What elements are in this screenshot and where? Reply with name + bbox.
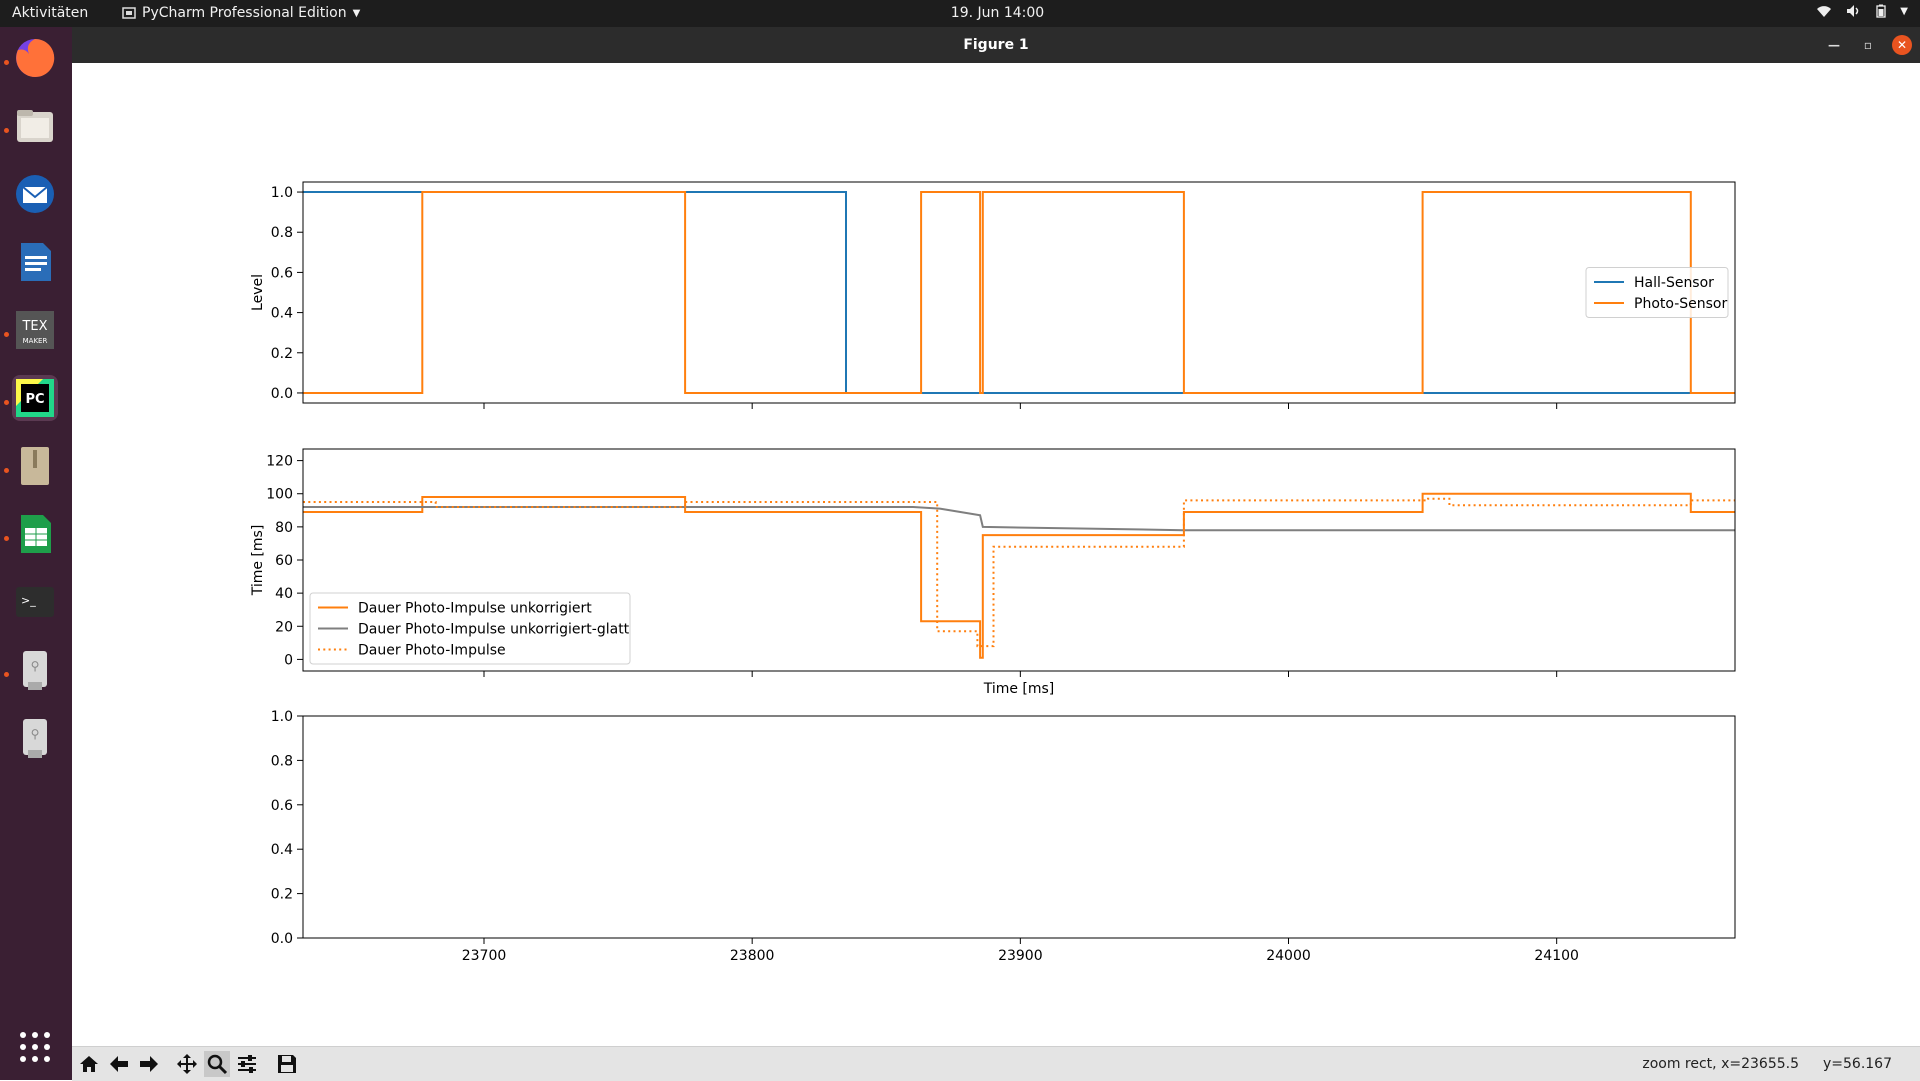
pycharm-icon[interactable]: PC [12, 375, 58, 421]
legend-label-1-0: Dauer Photo-Impulse unkorrigiert [358, 601, 592, 617]
pan-button[interactable] [174, 1051, 200, 1077]
axes-frame-0 [302, 181, 1736, 404]
running-indicator [4, 672, 9, 677]
usb-drive-icon[interactable]: ⚲ [12, 647, 58, 693]
pan-arrows-icon [177, 1054, 197, 1074]
y-tick-label-1-1: 20 [275, 619, 293, 635]
volume-icon [1847, 5, 1859, 17]
y-tick-label-1-3: 60 [275, 553, 293, 569]
y-tick-label-2-0: 0.0 [271, 931, 293, 947]
minimize-button[interactable]: — [1824, 35, 1844, 55]
save-button[interactable] [274, 1051, 300, 1077]
y-axis-label-1: Time [ms] [250, 525, 266, 597]
status-y: y=56.167 [1822, 1056, 1892, 1072]
files-icon[interactable] [12, 103, 58, 149]
series-line-0-0 [303, 191, 1735, 394]
floppy-disk-icon [278, 1055, 296, 1073]
y-tick-label-2-1: 0.2 [271, 887, 293, 903]
figure-svg[interactable]: 0.0 0.2 0.4 0.6 0.8 1.0 Level Hall-Sensor Photo-… [72, 63, 1920, 1046]
magnifier-icon [207, 1054, 228, 1075]
navigation-toolbar: zoom rect, x=23655.5 y=56.167 [72, 1046, 1920, 1081]
configure-subplots-button[interactable] [234, 1051, 260, 1077]
x-tick-label-4: 24100 [1534, 948, 1579, 964]
y-tick-label-0-3: 0.6 [271, 265, 293, 281]
app-grid-icon[interactable] [12, 1024, 58, 1070]
x-tick-label-0: 23700 [462, 948, 507, 964]
y-tick-label-0-1: 0.2 [271, 346, 293, 362]
system-tray[interactable]: ▼ [1816, 4, 1908, 18]
y-tick-label-1-4: 80 [275, 520, 293, 536]
arrow-right-icon [140, 1056, 158, 1072]
y-tick-label-1-0: 0 [284, 652, 293, 668]
home-button[interactable] [76, 1051, 102, 1077]
texmaker-icon[interactable]: TEX MAKER [12, 307, 58, 353]
x-axis-label-1: Time [ms] [983, 681, 1055, 697]
y-tick-label-0-4: 0.8 [271, 225, 293, 241]
x-tick-label-3: 24000 [1266, 948, 1311, 964]
y-tick-label-1-5: 100 [266, 487, 293, 503]
y-tick-label-0-5: 1.0 [271, 185, 293, 201]
y-tick-label-0-0: 0.0 [271, 386, 293, 402]
calc-icon[interactable] [12, 511, 58, 557]
y-tick-label-1-6: 120 [266, 454, 293, 470]
svg-text:⚲: ⚲ [31, 659, 40, 673]
home-icon [80, 1056, 98, 1072]
y-tick-label-2-2: 0.4 [271, 842, 293, 858]
svg-text:⚲: ⚲ [31, 727, 40, 741]
system-top-bar: Aktivitäten PyCharm Professional Edition… [0, 0, 1920, 27]
svg-text:TEX: TEX [21, 319, 47, 334]
arrow-left-icon [110, 1056, 128, 1072]
terminal-icon[interactable]: >_ [12, 579, 58, 625]
axes-frame-2 [302, 715, 1736, 939]
window-title: Figure 1 [963, 37, 1029, 53]
forward-button[interactable] [136, 1051, 162, 1077]
figure-canvas[interactable]: 0.0 0.2 0.4 0.6 0.8 1.0 Level Hall-Sensor Photo-… [72, 63, 1920, 1046]
running-indicator [4, 468, 9, 473]
running-indicator [4, 332, 9, 337]
svg-text:MAKER: MAKER [23, 337, 48, 345]
usb-drive-icon[interactable]: ⚲ [12, 715, 58, 761]
maximize-button[interactable]: ▫ [1858, 35, 1878, 55]
thunderbird-icon[interactable] [12, 171, 58, 217]
dock: TEX MAKER PC >_ ⚲ ⚲ [0, 27, 72, 1080]
y-tick-label-1-2: 40 [275, 586, 293, 602]
x-tick-label-1: 23800 [730, 948, 775, 964]
running-indicator [4, 128, 9, 133]
y-tick-label-2-3: 0.6 [271, 798, 293, 814]
series-line-1-1 [303, 506, 1735, 532]
running-indicator [4, 536, 9, 541]
archive-icon[interactable] [12, 443, 58, 489]
close-button[interactable]: ✕ [1892, 35, 1912, 55]
legend-label-1-1: Dauer Photo-Impulse unkorrigiert-glatt [358, 622, 630, 638]
svg-text:PC: PC [25, 392, 44, 407]
firefox-icon[interactable] [12, 35, 58, 81]
legend-label-0-1: Photo-Sensor [1634, 296, 1727, 312]
series-line-0-1 [303, 191, 1735, 394]
y-tick-label-2-4: 0.8 [271, 753, 293, 769]
svg-text:>_: >_ [21, 594, 36, 607]
battery-icon [1876, 4, 1886, 18]
running-indicator [4, 400, 9, 405]
wifi-icon [1817, 6, 1832, 17]
writer-icon[interactable] [12, 239, 58, 285]
window-titlebar[interactable]: Figure 1 — ▫ ✕ [72, 27, 1920, 63]
zoom-button[interactable] [204, 1051, 230, 1077]
x-tick-label-2: 23900 [998, 948, 1043, 964]
y-tick-label-0-2: 0.4 [271, 306, 293, 322]
clock[interactable]: 19. Jun 14:00 [0, 5, 1920, 21]
sliders-icon [238, 1055, 256, 1073]
status-mode: zoom rect, x=23655.5 [1642, 1056, 1799, 1072]
running-indicator [4, 60, 9, 65]
status-readout: zoom rect, x=23655.5 y=56.167 [1642, 1056, 1892, 1072]
y-tick-label-2-5: 1.0 [271, 709, 293, 725]
chevron-down-icon: ▼ [1900, 5, 1908, 17]
legend-label-0-0: Hall-Sensor [1634, 275, 1714, 291]
back-button[interactable] [106, 1051, 132, 1077]
legend-label-1-2: Dauer Photo-Impulse [358, 643, 506, 659]
y-axis-label-0: Level [250, 274, 266, 311]
